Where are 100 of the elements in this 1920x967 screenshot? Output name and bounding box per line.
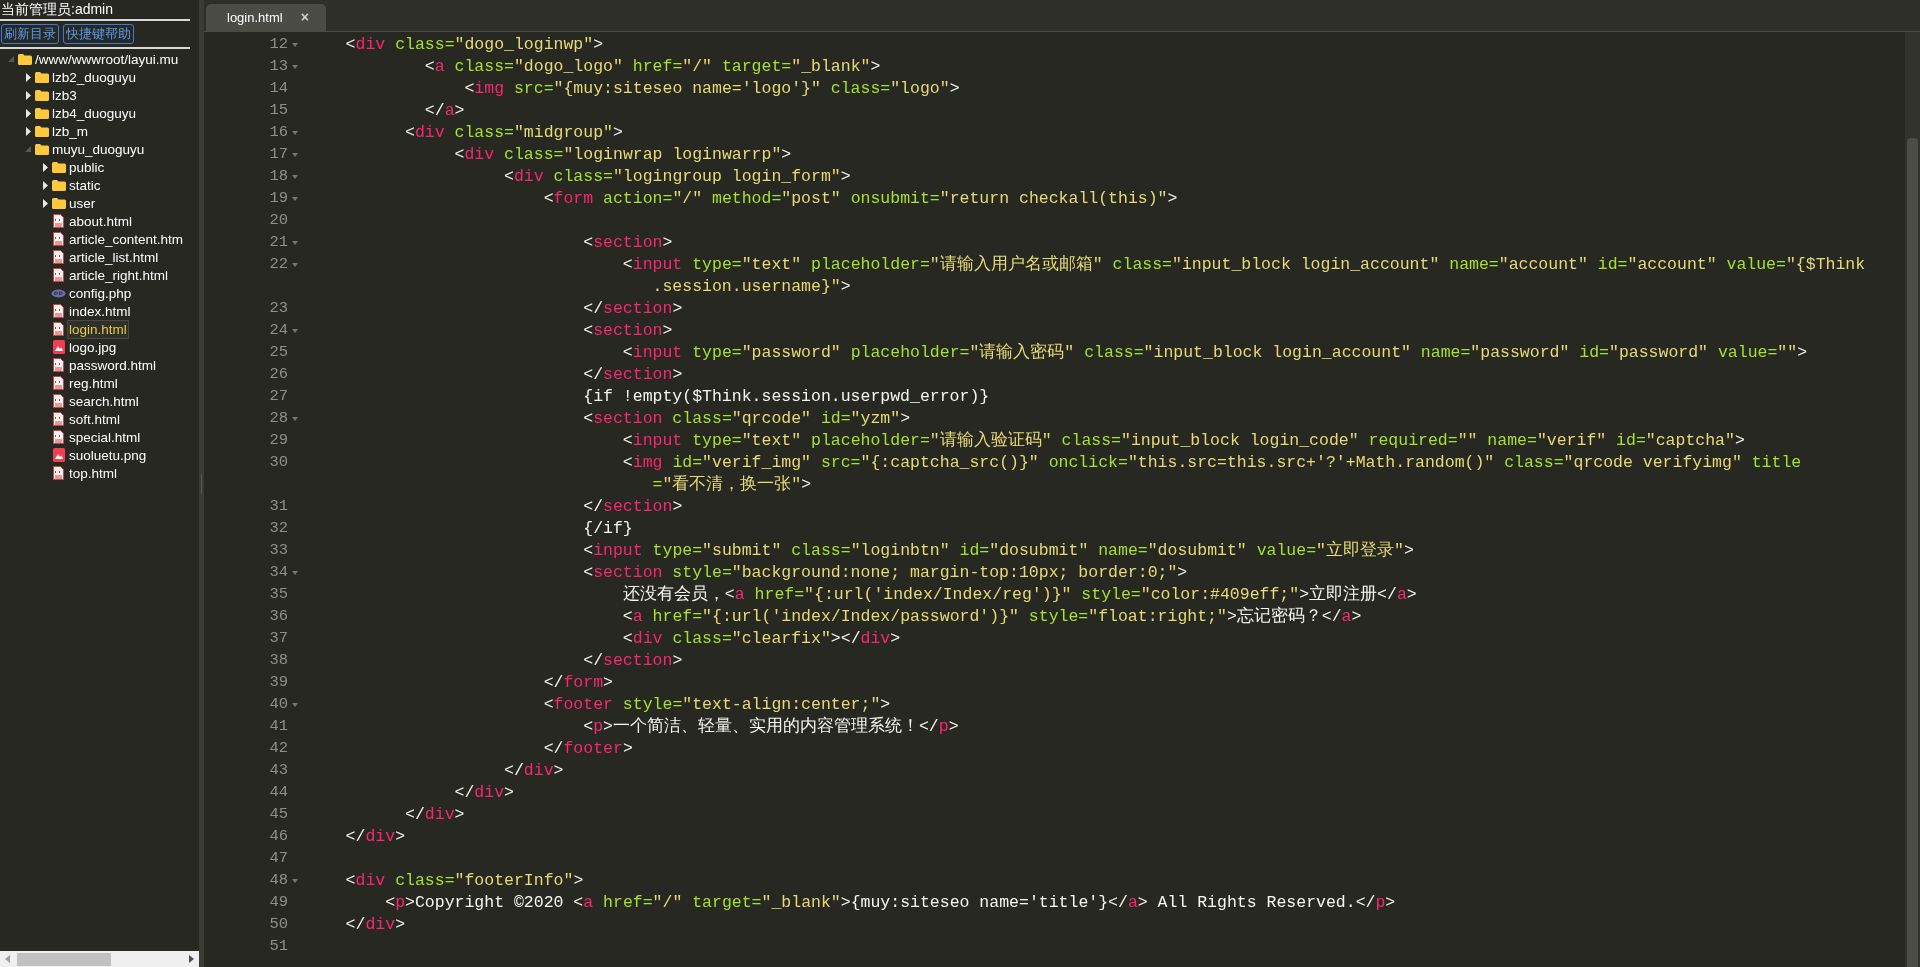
fold-icon[interactable] <box>292 131 298 135</box>
code-line: </a> <box>423 100 465 122</box>
line-number: 32 <box>268 518 288 540</box>
collapsed-arrow-icon[interactable] <box>25 90 31 100</box>
code-line: </form> <box>542 672 613 694</box>
php-file-icon <box>51 288 66 298</box>
code-line: <a class="dogo_logo" href="/" target="_blank"> <box>423 56 881 78</box>
scrollbar-thumb[interactable] <box>17 953 111 966</box>
close-button[interactable]: × <box>300 7 309 28</box>
horizontal-scrollbar[interactable] <box>0 951 199 967</box>
tree-item[interactable]: static <box>67 175 103 195</box>
fold-icon[interactable] <box>292 417 298 421</box>
collapsed-arrow-icon[interactable] <box>42 162 48 172</box>
line-number: 33 <box>268 540 288 562</box>
code-line: <section> <box>582 232 673 254</box>
fold-icon[interactable] <box>292 329 298 333</box>
code-line: <div class="footerInfo"> <box>344 870 584 892</box>
expanded-arrow-icon[interactable] <box>25 146 31 152</box>
code-line: <img id="verif_img" src="{:captcha_src()}" onclick="this.src=this.src+'?'+Math.random()" class="qrcode verifyimg" title <box>621 452 1802 474</box>
fold-icon[interactable] <box>292 197 298 201</box>
code-file-icon <box>53 268 64 282</box>
line-number: 45 <box>268 804 288 826</box>
code-line: <input type="text" placeholder="请输入用户名或邮箱" class="input_block login_account" name="account" id="account" value="{$Think <box>621 254 1866 276</box>
toolbar-button[interactable]: 刷新目录 <box>1 24 59 44</box>
line-number: 44 <box>268 782 288 804</box>
tree-item[interactable]: top.html <box>67 463 120 483</box>
tree-item[interactable]: soft.html <box>67 409 122 429</box>
fold-icon[interactable] <box>292 65 298 69</box>
tree-item[interactable]: /www/wwwroot/layui.mu <box>33 49 181 69</box>
fold-icon[interactable] <box>292 879 298 883</box>
tree-item[interactable]: reg.html <box>67 373 120 393</box>
code-line: </section> <box>582 364 683 386</box>
scroll-left-icon[interactable] <box>5 955 10 963</box>
collapsed-arrow-icon[interactable] <box>25 72 31 82</box>
line-number: 25 <box>268 342 288 364</box>
code-line: <form action="/" method="post" onsubmit="return checkall(this)"> <box>542 188 1178 210</box>
tree-item[interactable]: logo.jpg <box>67 337 119 357</box>
tree-item[interactable]: suoluetu.png <box>67 445 149 465</box>
code-line: {/if} <box>582 518 633 540</box>
tree-item[interactable]: config.php <box>67 283 134 303</box>
code-line: <section> <box>582 320 673 342</box>
code-file-icon <box>53 358 64 372</box>
tree-item[interactable]: lzb2_duoguyu <box>50 67 139 87</box>
tree-item[interactable]: user <box>67 193 98 213</box>
line-number: 13 <box>268 56 288 78</box>
fold-icon[interactable] <box>292 43 298 47</box>
line-number: 15 <box>268 100 288 122</box>
scroll-right-icon[interactable] <box>189 955 194 963</box>
scrollbar-thumb[interactable] <box>1907 138 1918 967</box>
line-number: 20 <box>268 210 288 232</box>
fold-icon[interactable] <box>292 263 298 267</box>
folder-icon <box>34 125 49 137</box>
tree-item[interactable]: about.html <box>67 211 135 231</box>
line-number: 19 <box>268 188 288 210</box>
tree-item[interactable]: article_content.htm <box>67 229 186 249</box>
tree-item[interactable]: password.html <box>67 355 159 375</box>
tree-item[interactable]: article_list.html <box>67 247 161 267</box>
fold-icon[interactable] <box>292 153 298 157</box>
collapsed-arrow-icon[interactable] <box>42 198 48 208</box>
line-number: 28 <box>268 408 288 430</box>
code-line: <section style="background:none; margin-top:10px; border:0;"> <box>582 562 1188 584</box>
tree-item[interactable]: login.html <box>67 319 129 339</box>
toolbar-button[interactable]: 快捷键帮助 <box>63 24 134 44</box>
code-line: <p>Copyright ©2020 <a href="/" target="_blank">{muy:siteseo name='title'}</a> All Rights Reserved.</p> <box>384 892 1396 914</box>
collapsed-arrow-icon[interactable] <box>42 180 48 190</box>
fold-icon[interactable] <box>292 571 298 575</box>
tab-title: login.html <box>227 8 283 27</box>
line-number: 37 <box>268 628 288 650</box>
fold-icon[interactable] <box>292 175 298 179</box>
code-line: </div> <box>344 826 406 848</box>
editor-tab[interactable]: login.html × <box>206 4 326 31</box>
tree-item[interactable]: public <box>67 157 107 177</box>
tree-item[interactable]: lzb3 <box>50 85 79 105</box>
line-number: 46 <box>268 826 288 848</box>
tree-item[interactable]: index.html <box>67 301 133 321</box>
code-line: <div class="clearfix"></div> <box>621 628 901 650</box>
line-number: 16 <box>268 122 288 144</box>
folder-icon <box>51 179 66 191</box>
expanded-arrow-icon[interactable] <box>8 56 14 62</box>
tree-item[interactable]: special.html <box>67 427 143 447</box>
tree-item[interactable]: lzb_m <box>50 121 90 141</box>
tree-item[interactable]: search.html <box>67 391 141 411</box>
fold-icon[interactable] <box>292 703 298 707</box>
code-file-icon <box>53 376 64 390</box>
code-line: ="看不清，换一张"> <box>651 474 812 496</box>
line-number: 48 <box>268 870 288 892</box>
line-number: 31 <box>268 496 288 518</box>
tree-item[interactable]: article_right.html <box>67 265 171 285</box>
code-file-icon <box>53 214 64 228</box>
line-number: 18 <box>268 166 288 188</box>
fold-icon[interactable] <box>292 241 298 245</box>
tree-item[interactable]: lzb4_duoguyu <box>50 103 139 123</box>
code-file-icon <box>53 232 64 246</box>
line-number: 39 <box>268 672 288 694</box>
line-number: 23 <box>268 298 288 320</box>
tree-item[interactable]: muyu_duoguyu <box>50 139 147 159</box>
collapsed-arrow-icon[interactable] <box>25 126 31 136</box>
vertical-scrollbar[interactable] <box>1905 32 1920 967</box>
collapsed-arrow-icon[interactable] <box>25 108 31 118</box>
line-number: 40 <box>268 694 288 716</box>
